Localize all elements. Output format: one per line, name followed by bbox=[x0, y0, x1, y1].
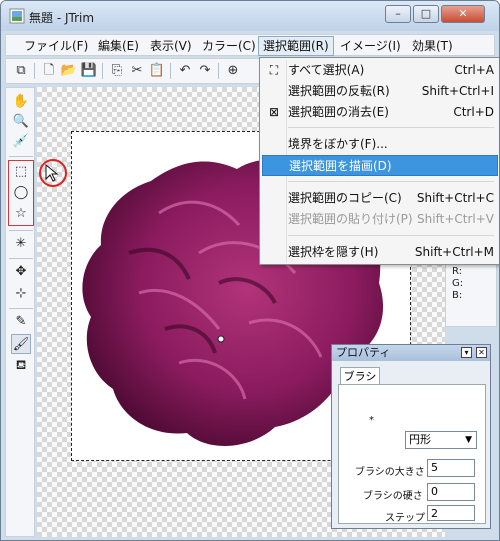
menu-item-label: 選択枠を隠す(H) bbox=[288, 245, 379, 259]
lasso-select-icon[interactable]: ☆ bbox=[11, 204, 31, 224]
menu-item-clear-selection[interactable]: ⊠ 選択範囲の消去(E) Ctrl+D bbox=[262, 102, 498, 123]
green-readout: G: bbox=[452, 278, 464, 289]
menu-item-select-all[interactable]: ⛶ すべて選択(A) Ctrl+A bbox=[262, 60, 498, 81]
menu-item-hide-marquee[interactable]: 選択枠を隠す(H) Shift+Ctrl+M bbox=[262, 242, 498, 263]
chevron-down-icon: ▼ bbox=[465, 435, 472, 445]
deselect-icon: ⊠ bbox=[268, 105, 280, 119]
tab-brush[interactable]: ブラシ bbox=[340, 367, 380, 385]
brush-settings: * 円形 ▼ ブラシの大きさ 5 ブラシの硬さ 0 ステップ 2 bbox=[338, 384, 486, 524]
window-title: 無題 - JTrim bbox=[29, 11, 95, 25]
menu-edit[interactable]: 編集(E) bbox=[94, 37, 143, 55]
menu-item-shortcut: Shift+Ctrl+M bbox=[414, 245, 494, 259]
menu-color[interactable]: カラー(C) bbox=[198, 37, 260, 55]
select-all-icon: ⛶ bbox=[269, 63, 279, 77]
menu-item-copy-selection[interactable]: 選択範囲のコピー(C) Shift+Ctrl+C bbox=[262, 188, 498, 209]
undo-icon[interactable]: ↶ bbox=[176, 62, 194, 80]
cut-icon[interactable]: ✂ bbox=[128, 62, 146, 80]
menu-item-label: 選択範囲のコピー(C) bbox=[288, 191, 402, 205]
brush-step-label: ステップ bbox=[385, 513, 425, 524]
brush-step-input[interactable]: 2 bbox=[427, 505, 475, 521]
menu-item-shortcut: Shift+Ctrl+V bbox=[417, 212, 494, 226]
properties-panel: プロパティ ▾ ✕ ブラシ * 円形 ▼ ブラシの大きさ 5 ブラシの硬さ 0 … bbox=[331, 344, 491, 529]
menu-file[interactable]: ファイル(F) bbox=[20, 37, 92, 55]
menu-item-shortcut: Ctrl+D bbox=[453, 105, 494, 119]
menu-view[interactable]: 表示(V) bbox=[146, 37, 196, 55]
panel-menu-icon[interactable]: ▾ bbox=[461, 347, 472, 358]
properties-title: プロパティ bbox=[336, 346, 391, 359]
menu-separator bbox=[288, 181, 494, 182]
magnifier-icon[interactable]: 🔍 bbox=[11, 112, 31, 132]
move-pixels-icon[interactable]: ⊹ bbox=[11, 284, 31, 304]
menu-item-shortcut: Shift+Ctrl+I bbox=[421, 84, 494, 98]
new-window-icon[interactable]: ⧉ bbox=[12, 62, 30, 80]
panel-close-icon[interactable]: ✕ bbox=[476, 347, 487, 358]
tool-divider bbox=[9, 308, 33, 309]
red-readout: R: bbox=[452, 266, 463, 277]
menu-selection[interactable]: 選択範囲(R) bbox=[258, 36, 334, 56]
blue-readout: B: bbox=[452, 290, 463, 301]
menu-effects[interactable]: 効果(T) bbox=[408, 37, 457, 55]
move-selection-icon[interactable]: ✥ bbox=[11, 262, 31, 282]
menu-item-label: すべて選択(A) bbox=[288, 63, 365, 77]
menu-item-shortcut: Ctrl+A bbox=[454, 63, 494, 77]
brush-preview-dot: * bbox=[369, 415, 374, 426]
menu-bar: ファイル(F) 編集(E) 表示(V) カラー(C) 選択範囲(R) イメージ(… bbox=[5, 34, 495, 56]
toolbar-divider bbox=[218, 63, 219, 79]
menu-item-label: 選択範囲の消去(E) bbox=[288, 105, 389, 119]
brush-size-input[interactable]: 5 bbox=[427, 459, 475, 477]
menu-item-feather[interactable]: 境界をぼかす(F)... bbox=[262, 134, 498, 155]
menu-item-shortcut: Shift+Ctrl+C bbox=[416, 191, 494, 205]
eyedropper-icon[interactable]: 💉 bbox=[11, 132, 31, 152]
cursor-arrow-icon bbox=[45, 164, 59, 182]
toolbar-divider bbox=[102, 63, 103, 79]
brush-shape-value: 円形 bbox=[409, 433, 431, 446]
menu-item-label: 選択範囲の貼り付け(P) bbox=[288, 212, 413, 226]
minimize-button[interactable]: – bbox=[385, 5, 411, 23]
save-icon[interactable]: 💾 bbox=[80, 62, 98, 80]
new-file-icon[interactable]: 🗋 bbox=[40, 62, 58, 80]
tool-palette: ✋ 🔍 💉 ⬚ ◯ ☆ ✳ ✥ ⊹ ✎ 🖌 ⛾ bbox=[5, 87, 35, 537]
tool-divider bbox=[9, 258, 33, 259]
menu-item-label: 境界をぼかす(F)... bbox=[288, 137, 388, 151]
brush-hardness-label: ブラシの硬さ bbox=[363, 491, 423, 502]
brush-icon[interactable]: 🖌 bbox=[11, 334, 31, 354]
open-folder-icon[interactable]: 📂 bbox=[60, 62, 78, 80]
toolbar-divider bbox=[170, 63, 171, 79]
paste-icon[interactable]: 📋 bbox=[148, 62, 166, 80]
menu-item-paste-selection: 選択範囲の貼り付け(P) Shift+Ctrl+V bbox=[262, 209, 498, 230]
brush-hardness-input[interactable]: 0 bbox=[427, 483, 475, 501]
menu-item-invert-selection[interactable]: 選択範囲の反転(R) Shift+Ctrl+I bbox=[262, 81, 498, 102]
redo-icon[interactable]: ↷ bbox=[196, 62, 214, 80]
selection-menu-dropdown: ⛶ すべて選択(A) Ctrl+A 選択範囲の反転(R) Shift+Ctrl+… bbox=[259, 57, 499, 265]
close-button[interactable]: ✕ bbox=[441, 5, 485, 23]
properties-title-bar: プロパティ ▾ ✕ bbox=[332, 345, 490, 361]
hand-icon[interactable]: ✋ bbox=[11, 92, 31, 112]
rect-select-icon[interactable]: ⬚ bbox=[11, 162, 31, 182]
pencil-icon[interactable]: ✎ bbox=[11, 312, 31, 332]
maximize-button[interactable]: □ bbox=[413, 5, 439, 23]
title-bar: 無題 - JTrim – □ ✕ bbox=[1, 1, 499, 31]
magic-wand-icon[interactable]: ✳ bbox=[11, 234, 31, 254]
tool-divider bbox=[9, 230, 33, 231]
menu-item-label: 選択範囲を描画(D) bbox=[289, 159, 392, 173]
menu-separator bbox=[288, 235, 494, 236]
toolbar-divider bbox=[34, 63, 35, 79]
ellipse-select-icon[interactable]: ◯ bbox=[11, 183, 31, 203]
menu-item-stroke-selection[interactable]: 選択範囲を描画(D) bbox=[262, 155, 498, 176]
copy-icon[interactable]: ⎘ bbox=[108, 62, 126, 80]
zoom-icon[interactable]: ⊕ bbox=[224, 62, 242, 80]
menu-separator bbox=[288, 127, 494, 128]
tool-divider bbox=[9, 156, 33, 157]
brush-size-label: ブラシの大きさ bbox=[355, 467, 425, 478]
brush-shape-select[interactable]: 円形 ▼ bbox=[405, 431, 477, 449]
menu-image[interactable]: イメージ(I) bbox=[336, 37, 405, 55]
menu-item-label: 選択範囲の反転(R) bbox=[288, 84, 390, 98]
app-window: 無題 - JTrim – □ ✕ ファイル(F) 編集(E) 表示(V) カラー… bbox=[0, 0, 500, 541]
paint-bucket-icon[interactable]: ⛾ bbox=[11, 356, 31, 376]
app-icon bbox=[9, 8, 25, 24]
